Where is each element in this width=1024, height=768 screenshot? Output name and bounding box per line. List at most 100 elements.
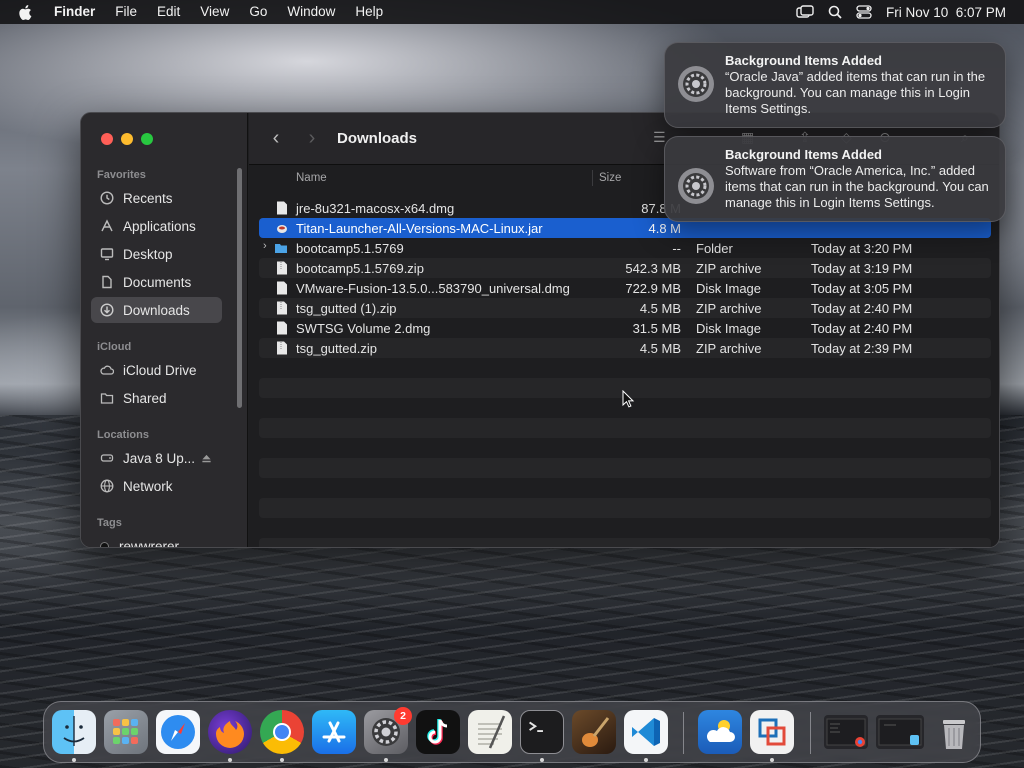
sidebar-item-network[interactable]: Network [91,473,222,499]
forward-button[interactable]: › [301,127,323,149]
table-row[interactable]: VMware-Fusion-13.5.0...583790_universal.… [259,278,991,298]
table-row[interactable]: SWTSG Volume 2.dmg 31.5 MB Disk Image To… [259,318,991,338]
notification-body: “Oracle Java” added items that can run i… [725,69,986,116]
column-name-header[interactable]: Name [296,172,327,184]
file-date: Today at 2:39 PM [811,341,913,356]
list-view-icon[interactable]: ☰ [653,129,666,146]
zip-file-icon [277,341,287,355]
minimized-finder-window[interactable] [876,715,924,749]
menu-view[interactable]: View [190,0,239,24]
chrome-dock-icon[interactable] [260,710,304,754]
table-row[interactable]: tsg_gutted.zip 4.5 MB ZIP archive Today … [259,338,991,358]
menu-edit[interactable]: Edit [147,0,190,24]
app-store-dock-icon[interactable] [312,710,356,754]
screen-mirroring-icon[interactable] [796,5,814,19]
finder-dock-icon[interactable] [52,710,96,754]
tiktok-dock-icon[interactable] [416,710,460,754]
finder-sidebar: Favorites Recents Applications Desktop D… [81,113,248,547]
back-button[interactable]: ‹ [265,127,287,149]
table-row[interactable]: › bootcamp5.1.5769 -- Folder Today at 3:… [259,238,991,258]
file-kind: Folder [696,241,733,256]
sidebar-item-label: Shared [123,390,167,406]
java-file-icon [277,225,287,233]
zip-file-icon [277,261,287,275]
table-row[interactable]: tsg_gutted (1).zip 4.5 MB ZIP archive To… [259,298,991,318]
running-indicator [644,758,648,762]
menu-file[interactable]: File [105,0,147,24]
sidebar-item-label: Java 8 Up... [123,450,196,466]
file-date: Today at 3:20 PM [811,241,913,256]
vmware-fusion-dock-icon[interactable] [750,710,794,754]
file-kind: ZIP archive [696,301,762,316]
shared-folder-icon [100,393,114,404]
file-name: bootcamp5.1.5769.zip [296,261,424,276]
launchpad-dock-icon[interactable] [104,710,148,754]
system-settings-gear-icon [678,66,714,102]
sidebar-item-documents[interactable]: Documents [91,269,222,295]
weather-dock-icon[interactable] [698,710,742,754]
vscode-dock-icon[interactable] [624,710,668,754]
sidebar-item-java-volume[interactable]: Java 8 Up... [91,445,222,471]
menu-window[interactable]: Window [277,0,345,24]
sidebar-item-label: rewwrerer [119,538,180,548]
folder-icon [275,244,287,253]
running-indicator [72,758,76,762]
minimize-window-button[interactable] [121,133,133,145]
system-settings-dock-icon[interactable]: 2 [364,707,412,754]
sidebar-item-label: Recents [123,190,173,206]
column-divider[interactable] [592,170,593,186]
firefox-dock-icon[interactable] [208,710,252,754]
safari-dock-icon[interactable] [156,710,200,754]
menu-clock[interactable]: Fri Nov 10 6:07 PM [886,5,1006,20]
menu-app-finder[interactable]: Finder [44,0,105,24]
sidebar-item-desktop[interactable]: Desktop [91,241,222,267]
garageband-dock-icon[interactable] [572,710,616,754]
empty-row-stripe [259,418,991,438]
sidebar-item-tag[interactable]: rewwrerer [91,533,222,548]
empty-row-stripe [259,538,991,547]
sidebar-item-applications[interactable]: Applications [91,213,222,239]
eject-icon[interactable] [201,453,212,464]
notification-title: Background Items Added [725,53,882,68]
favorites-section-label: Favorites [97,169,146,181]
terminal-dock-icon[interactable] [520,710,564,754]
running-indicator [280,758,284,762]
sidebar-item-recents[interactable]: Recents [91,185,222,211]
running-indicator [770,758,774,762]
file-date: Today at 2:40 PM [811,301,913,316]
close-window-button[interactable] [101,133,113,145]
notification-oracle-java[interactable]: Background Items Added “Oracle Java” add… [664,42,1006,128]
apple-menu-icon[interactable] [18,4,32,20]
sidebar-item-label: Downloads [123,302,190,318]
cloud-icon [100,365,114,375]
menu-help[interactable]: Help [345,0,393,24]
sidebar-item-icloud-drive[interactable]: iCloud Drive [91,357,222,383]
textedit-dock-icon[interactable] [468,710,512,754]
menu-go[interactable]: Go [239,0,277,24]
running-indicator [540,758,544,762]
trash-dock-icon[interactable] [932,710,976,754]
table-row[interactable]: bootcamp5.1.5769.zip 542.3 MB ZIP archiv… [259,258,991,278]
file-kind: Disk Image [696,281,762,296]
file-name: jre-8u321-macosx-x64.dmg [296,201,455,216]
running-indicator [228,758,232,762]
zoom-window-button[interactable] [141,133,153,145]
tags-section-label: Tags [97,517,122,529]
file-size: 4.8 M [648,221,681,236]
spotlight-search-icon[interactable] [828,5,842,19]
file-size: 542.3 MB [625,261,681,276]
sidebar-item-label: Applications [123,218,196,234]
notification-oracle-america[interactable]: Background Items Added Software from “Or… [664,136,1006,222]
sidebar-item-label: iCloud Drive [123,362,197,378]
file-name: VMware-Fusion-13.5.0...583790_universal.… [296,281,570,296]
sidebar-scrollbar[interactable] [237,168,242,408]
disclosure-triangle-icon[interactable]: › [263,240,267,252]
sidebar-item-downloads[interactable]: Downloads [91,297,222,323]
minimized-chrome-window[interactable] [824,715,868,749]
sidebar-item-shared[interactable]: Shared [91,385,222,411]
desktop-icon [100,248,114,261]
control-center-icon[interactable] [856,5,872,19]
dock: 2 [43,701,981,763]
file-date: Today at 3:19 PM [811,261,913,276]
column-size-header[interactable]: Size [599,172,621,184]
